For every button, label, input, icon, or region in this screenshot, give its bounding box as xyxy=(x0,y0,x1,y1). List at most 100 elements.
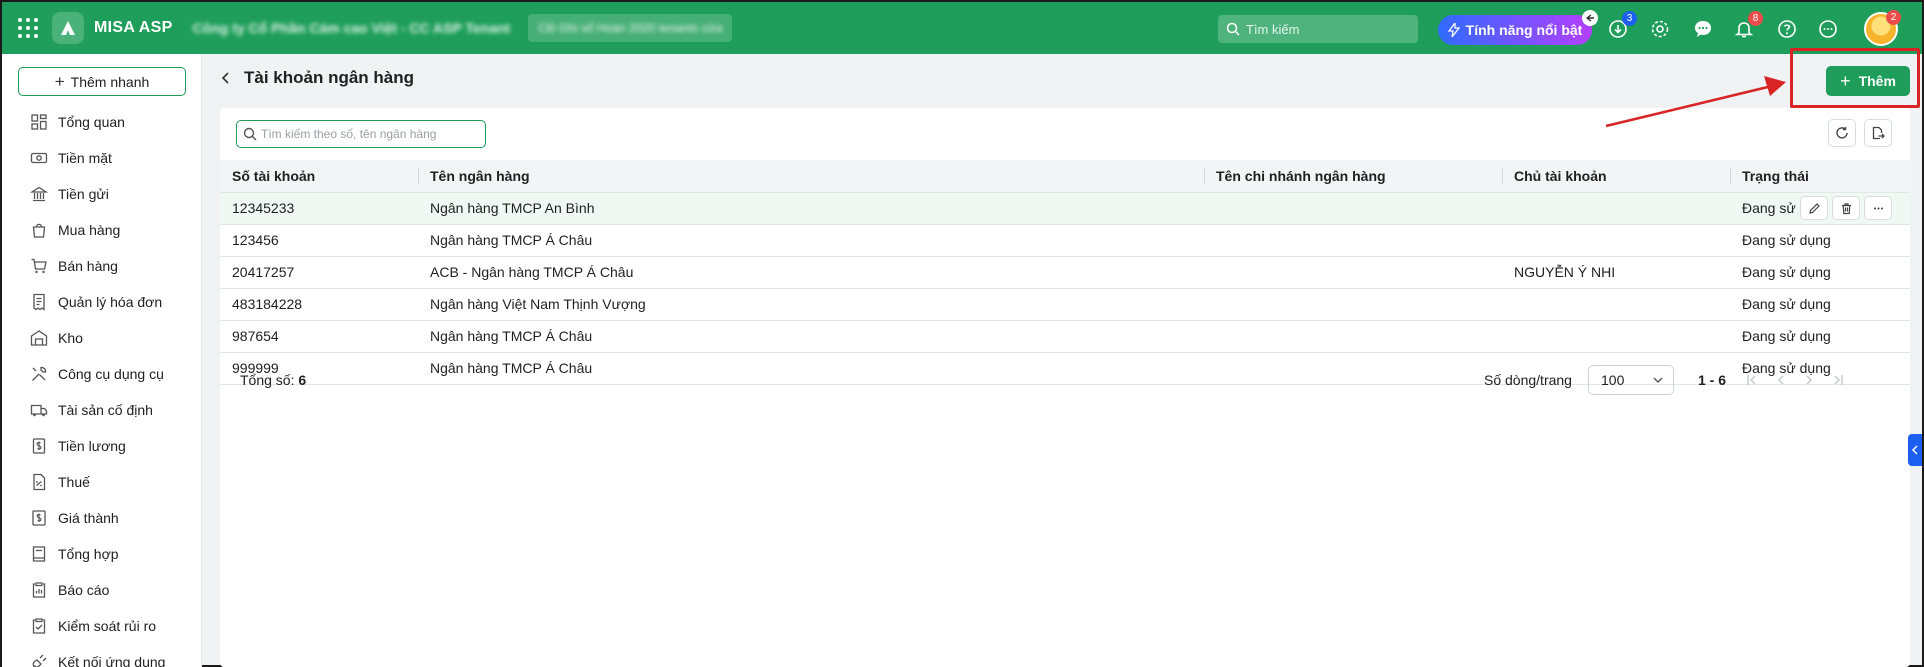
edit-row-button[interactable] xyxy=(1800,196,1828,220)
period-label: CĐ Ghi sổ Hoàn 2020 tenants cửa xyxy=(538,21,723,35)
plus-icon: + xyxy=(1840,70,1851,91)
sidebar-item-tong-hop[interactable]: Tổng hợp xyxy=(2,536,202,572)
sidebar-item-mua-hang[interactable]: Mua hàng xyxy=(2,212,202,248)
sidebar-item-label: Mua hàng xyxy=(58,222,121,238)
cell-branch-name xyxy=(1204,224,1502,257)
account-search-box[interactable] xyxy=(236,120,486,148)
refresh-icon xyxy=(1836,127,1848,139)
table-row[interactable]: 987654 Ngân hàng TMCP Á Châu Đang sử dụn… xyxy=(220,320,1910,353)
sidebar-item-gia-thanh[interactable]: Giá thành xyxy=(2,500,202,536)
notification-button[interactable]: 8 xyxy=(1733,11,1763,40)
table-row[interactable]: 20417257 ACB - Ngân hàng TMCP Á Châu NGU… xyxy=(220,256,1910,289)
cell-branch-name xyxy=(1204,288,1502,321)
payroll-icon xyxy=(32,438,46,454)
table-row[interactable]: 483184228 Ngân hàng Việt Nam Thịnh Vượng… xyxy=(220,288,1910,321)
page-range: 1 - 6 xyxy=(1698,372,1727,388)
help-icon xyxy=(1778,20,1796,38)
table-row[interactable]: 123456 Ngân hàng TMCP Á Châu Đang sử dụn… xyxy=(220,224,1910,257)
sidebar-item-label: Kết nối ứng dụng xyxy=(58,654,166,667)
page-title: Tài khoản ngân hàng xyxy=(244,68,415,87)
column-header-status[interactable]: Trạng thái xyxy=(1730,160,1910,193)
global-search-placeholder: Tìm kiếm xyxy=(1246,21,1300,37)
user-avatar[interactable]: 2 xyxy=(1864,10,1901,46)
delete-row-button[interactable] xyxy=(1832,196,1860,220)
global-search[interactable]: Tìm kiếm xyxy=(1218,15,1418,43)
more-row-actions-button[interactable] xyxy=(1864,196,1892,220)
chevron-left-icon xyxy=(1911,445,1918,455)
next-page-icon[interactable] xyxy=(1802,374,1816,386)
cell-account-holder xyxy=(1502,192,1730,225)
download-badge: 3 xyxy=(1622,11,1637,26)
featured-button[interactable]: Tính năng nổi bật xyxy=(1438,15,1592,45)
sidebar-item-tai-san-co-dinh[interactable]: Tài sản cố định xyxy=(2,392,202,428)
arrow-left-icon[interactable] xyxy=(1582,10,1598,26)
settings-button[interactable] xyxy=(1649,18,1671,40)
rows-per-page-select[interactable]: 100 xyxy=(1588,365,1674,395)
total-count: Tổng số: 6 xyxy=(240,372,307,388)
sidebar-item-tien-luong[interactable]: Tiền lương xyxy=(2,428,202,464)
export-file-icon xyxy=(1872,126,1885,140)
search-icon xyxy=(1226,22,1240,36)
period-selector[interactable]: CĐ Ghi sổ Hoàn 2020 tenants cửa xyxy=(528,14,733,42)
cell-bank-name: Ngân hàng Việt Nam Thịnh Vượng xyxy=(418,288,1204,321)
notification-badge: 8 xyxy=(1748,11,1763,26)
sidebar-item-label: Tài sản cố định xyxy=(58,402,153,418)
export-button[interactable] xyxy=(1864,119,1892,147)
cell-bank-name: Ngân hàng TMCP Á Châu xyxy=(418,224,1204,257)
cart-icon xyxy=(31,258,47,274)
chat-button[interactable] xyxy=(1692,18,1714,40)
cell-bank-name: ACB - Ngân hàng TMCP Á Châu xyxy=(418,256,1204,289)
sidebar-item-kho[interactable]: Kho xyxy=(2,320,202,356)
cell-branch-name xyxy=(1204,256,1502,289)
last-page-icon[interactable] xyxy=(1830,374,1844,386)
sidebar-item-label: Tổng quan xyxy=(58,114,125,130)
first-page-icon[interactable] xyxy=(1746,374,1760,386)
table-header-row: Số tài khoản Tên ngân hàng Tên chi nhánh… xyxy=(220,160,1910,193)
tools-icon xyxy=(32,366,47,381)
sidebar-item-label: Tổng hợp xyxy=(58,546,119,562)
quick-add-button[interactable]: + Thêm nhanh xyxy=(18,67,186,96)
sidebar-item-ban-hang[interactable]: Bán hàng xyxy=(2,248,202,284)
bank-icon xyxy=(30,186,48,202)
prev-page-icon[interactable] xyxy=(1774,374,1788,386)
account-search-input[interactable] xyxy=(261,127,461,141)
table-row[interactable]: 12345233 Ngân hàng TMCP An Bình Đang sử xyxy=(220,192,1910,225)
column-header-account-number[interactable]: Số tài khoản xyxy=(220,160,418,193)
cell-status: Đang sử dụng xyxy=(1730,256,1910,289)
sidebar-item-kiem-soat-rui-ro[interactable]: Kiểm soát rủi ro xyxy=(2,608,202,644)
rows-per-page-label: Số dòng/trang xyxy=(1484,372,1572,388)
cell-account-holder xyxy=(1502,320,1730,353)
refresh-button[interactable] xyxy=(1828,119,1856,147)
sidebar-item-tong-quan[interactable]: Tổng quan xyxy=(2,104,202,140)
sidebar-item-thue[interactable]: Thuế xyxy=(2,464,202,500)
sidebar-item-ket-noi-ung-dung[interactable]: Kết nối ứng dụng xyxy=(2,644,202,667)
sidebar-item-bao-cao[interactable]: Báo cáo xyxy=(2,572,202,608)
sidebar-item-label: Công cụ dụng cụ xyxy=(58,366,164,382)
add-button[interactable]: + Thêm xyxy=(1826,66,1910,96)
pencil-icon xyxy=(1808,202,1820,214)
misa-logo-icon[interactable] xyxy=(52,12,84,44)
help-button[interactable] xyxy=(1776,18,1798,40)
report-icon xyxy=(32,582,46,598)
sidebar-item-tien-mat[interactable]: Tiền mặt xyxy=(2,140,202,176)
bank-accounts-panel: Số tài khoản Tên ngân hàng Tên chi nhánh… xyxy=(220,108,1910,667)
sidebar: + Thêm nhanh Tổng quan Tiền mặt Tiền gửi… xyxy=(2,54,202,667)
tax-icon xyxy=(33,473,46,491)
sidebar-item-label: Kiểm soát rủi ro xyxy=(58,618,157,634)
column-header-branch-name[interactable]: Tên chi nhánh ngân hàng xyxy=(1204,160,1502,193)
sidebar-item-quan-ly-hoa-don[interactable]: Quản lý hóa đơn xyxy=(2,284,202,320)
apps-grid-icon[interactable] xyxy=(18,18,38,38)
column-header-account-holder[interactable]: Chủ tài khoản xyxy=(1502,160,1730,193)
chevron-down-icon xyxy=(1653,377,1663,383)
sidebar-item-label: Bán hàng xyxy=(58,258,118,274)
chevron-left-icon[interactable] xyxy=(220,71,232,85)
collapse-panel-tab[interactable] xyxy=(1908,434,1922,466)
column-header-bank-name[interactable]: Tên ngân hàng xyxy=(418,160,1204,193)
cell-status: Đang sử dụng xyxy=(1730,320,1910,353)
download-button[interactable]: 3 xyxy=(1607,11,1637,40)
company-name[interactable]: Công ty Cổ Phần Cám cao Việt - CC ASP Te… xyxy=(193,20,511,36)
sidebar-item-cong-cu-dung-cu[interactable]: Công cụ dụng cụ xyxy=(2,356,202,392)
sidebar-item-tien-gui[interactable]: Tiền gửi xyxy=(2,176,202,212)
sidebar-item-label: Báo cáo xyxy=(58,582,110,598)
more-apps-button[interactable] xyxy=(1817,18,1839,40)
